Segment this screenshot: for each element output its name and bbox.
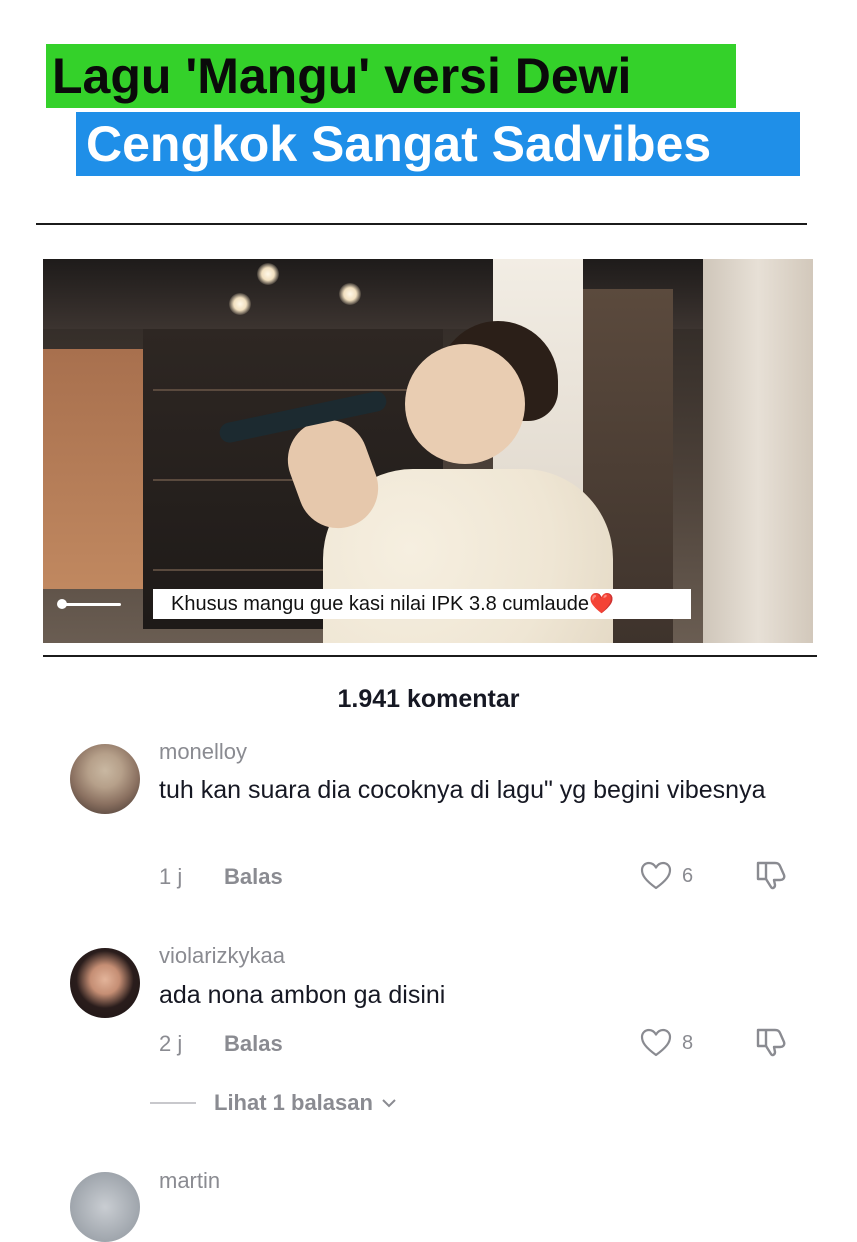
comment-text: tuh kan suara dia cocoknya di lagu" yg b… [159,776,766,804]
video-scene-curtain [703,259,813,643]
comment-username[interactable]: monelloy [159,739,247,765]
avatar[interactable] [70,1172,140,1242]
view-replies-label: Lihat 1 balasan [214,1090,373,1115]
chevron-down-icon [382,1099,396,1108]
headline-line-2: Cengkok Sangat Sadvibes [76,112,800,176]
divider-bottom [43,655,817,657]
video-scene-light [339,283,361,305]
reply-button[interactable]: Balas [224,864,283,890]
thumbs-down-icon[interactable] [754,1025,788,1059]
avatar[interactable] [70,948,140,1018]
view-replies-button[interactable]: Lihat 1 balasan [150,1088,397,1118]
video-progress-bar[interactable] [59,603,121,606]
thumbs-down-icon[interactable] [754,858,788,892]
video-caption: Khusus mangu gue kasi nilai IPK 3.8 cuml… [153,589,691,619]
comment-text: ada nona ambon ga disini [159,981,446,1009]
headline-line-1: Lagu 'Mangu' versi Dewi [46,44,736,108]
comment-username[interactable]: violarizkykaa [159,943,285,969]
video-singer-face [405,344,525,464]
comment-time: 1 j [159,864,183,889]
comment-username[interactable]: martin [159,1168,220,1194]
video-scene-wall-panel [43,349,143,589]
comment-time: 2 j [159,1031,183,1056]
avatar[interactable] [70,744,140,814]
video-player[interactable]: Khusus mangu gue kasi nilai IPK 3.8 cuml… [43,259,813,643]
video-scene-ceiling [43,259,813,329]
like-count: 8 [682,1032,694,1054]
reply-button[interactable]: Balas [224,1031,283,1057]
divider-top [36,223,807,225]
heart-outline-icon[interactable] [640,1028,672,1058]
heart-outline-icon[interactable] [640,861,672,891]
view-replies-line [150,1102,196,1104]
comments-count: 1.941 komentar [337,685,520,713]
video-scene-light [229,293,251,315]
video-progress-handle[interactable] [57,599,67,609]
video-scene-light [257,263,279,285]
like-count: 6 [682,865,694,887]
